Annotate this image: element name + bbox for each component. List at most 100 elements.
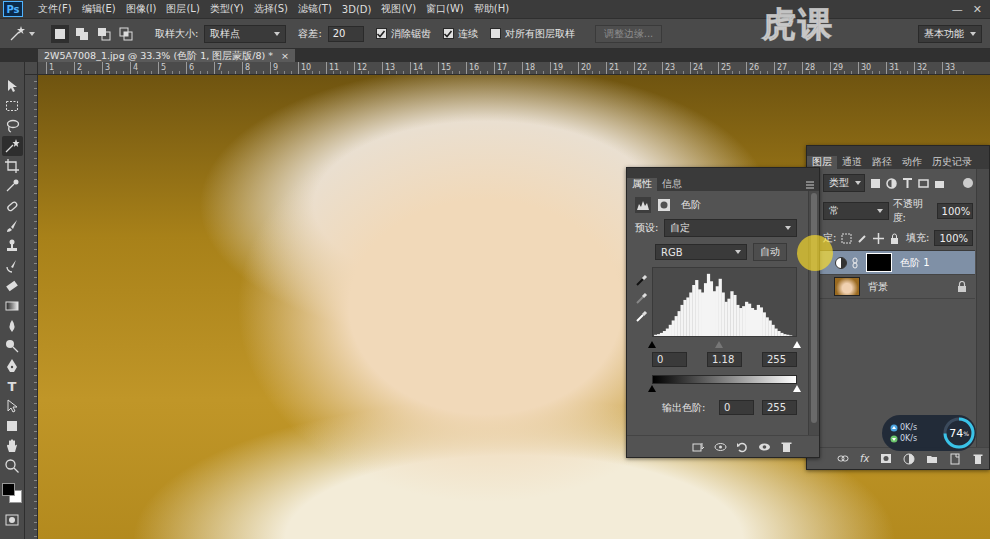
tool-button[interactable] (2, 96, 23, 116)
filter-toggle[interactable] (963, 178, 973, 188)
tool-button[interactable] (2, 456, 23, 476)
tool-button[interactable] (2, 216, 23, 236)
layer-mask-thumbnail[interactable] (866, 253, 892, 272)
blend-mode-dropdown[interactable]: 常 (823, 202, 889, 220)
window-control[interactable]: — (952, 3, 963, 16)
eyedropper-icon[interactable] (635, 309, 648, 322)
document-tab[interactable]: 2W5A7008_1.jpg @ 33.3% (色阶 1, 图层蒙版/8) *× (38, 49, 295, 62)
checkbox-row[interactable]: 对所有图层取样 (490, 27, 575, 41)
selection-mode-icon[interactable] (119, 27, 133, 41)
menu-item[interactable]: 3D(D) (337, 4, 377, 15)
layers-scrollbar[interactable] (976, 169, 989, 447)
eyedropper-icon[interactable] (635, 291, 648, 304)
tool-button[interactable] (2, 336, 23, 356)
mask-icon[interactable] (657, 198, 671, 212)
quick-mask-button[interactable] (2, 510, 23, 530)
tool-button[interactable] (2, 236, 23, 256)
menu-icon[interactable] (805, 180, 815, 190)
panel-tab[interactable]: 历史记录 (927, 156, 977, 169)
tolerance-input[interactable]: 20 (328, 26, 364, 42)
layer-thumbnail[interactable] (834, 277, 860, 296)
tool-button[interactable] (2, 396, 23, 416)
view-previous-icon[interactable] (714, 441, 727, 453)
zoom-tool-icon[interactable] (4, 458, 20, 474)
selection-mode[interactable] (73, 25, 91, 43)
blur-tool-icon[interactable] (4, 318, 20, 334)
tool-button[interactable] (2, 436, 23, 456)
menu-item[interactable]: 文件(F) (33, 2, 77, 16)
filter-dropdown[interactable]: 类型 (823, 174, 865, 192)
selection-mode[interactable] (117, 25, 135, 43)
checkbox-row[interactable]: 连续 (443, 27, 478, 41)
history-tool-icon[interactable] (4, 258, 20, 274)
filter-icon[interactable] (918, 178, 929, 189)
move-tool-icon[interactable] (4, 78, 20, 94)
preset-dropdown[interactable]: 自定 (664, 219, 797, 237)
menu-item[interactable]: 帮助(H) (469, 2, 514, 16)
menu-item[interactable]: 编辑(E) (77, 2, 121, 16)
quick-mask-icon[interactable] (4, 512, 20, 528)
filter-icon[interactable] (886, 178, 897, 189)
adjustment-icon[interactable] (903, 453, 915, 465)
lock-icon[interactable] (857, 233, 868, 244)
filter-icon[interactable] (934, 178, 945, 189)
brush-tool-icon[interactable] (4, 218, 20, 234)
lock-icon[interactable] (841, 233, 852, 244)
input-slider-handle[interactable] (793, 341, 801, 348)
input-slider-handle[interactable] (648, 341, 656, 348)
menu-item[interactable]: 窗口(W) (421, 2, 469, 16)
eraser-tool-icon[interactable] (4, 278, 20, 294)
fill-input[interactable]: 100% (934, 230, 973, 246)
tool-button[interactable] (2, 76, 23, 96)
refine-edge-button[interactable]: 调整边缘... (595, 25, 663, 43)
tool-button[interactable] (2, 416, 23, 436)
selection-mode-icon[interactable] (75, 27, 89, 41)
visibility-icon[interactable] (758, 441, 771, 453)
tool-button[interactable] (2, 156, 23, 176)
levels-tab[interactable] (635, 197, 651, 213)
menu-item[interactable]: 图层(L) (161, 2, 204, 16)
checkbox[interactable] (376, 28, 387, 39)
tool-button[interactable] (2, 116, 23, 136)
panel-menu[interactable] (805, 178, 819, 191)
tool-button[interactable] (2, 136, 23, 156)
menu-item[interactable]: 滤镜(T) (293, 2, 337, 16)
menu-item[interactable]: 图像(I) (121, 2, 162, 16)
menu-item[interactable]: 视图(V) (376, 2, 421, 16)
trash-icon[interactable] (780, 441, 793, 453)
channel-dropdown[interactable]: RGB (655, 244, 747, 260)
gradient-tool-icon[interactable] (4, 298, 20, 314)
window-control[interactable]: ✕ (973, 3, 982, 16)
opacity-input[interactable]: 100% (937, 203, 973, 219)
panel-tab[interactable]: 通道 (837, 156, 867, 169)
workspace-dropdown[interactable]: 基本功能 (918, 25, 982, 43)
tool-button[interactable] (2, 316, 23, 336)
input-level-field[interactable]: 0 (652, 352, 687, 367)
output-level-field[interactable]: 0 (719, 400, 754, 415)
stamp-tool-icon[interactable] (4, 238, 20, 254)
tool-button[interactable] (2, 356, 23, 376)
output-slider-handle[interactable] (793, 385, 801, 392)
fx-button[interactable]: fx (860, 453, 869, 464)
dodge-tool-icon[interactable] (4, 338, 20, 354)
properties-scrollbar[interactable] (808, 191, 819, 435)
panel-tab[interactable]: 动作 (897, 156, 927, 169)
layer-row[interactable]: 背景 (807, 275, 975, 299)
checkbox[interactable] (490, 28, 501, 39)
lock-icon[interactable] (889, 233, 900, 244)
tool-button[interactable] (2, 256, 23, 276)
lock-icon[interactable] (873, 233, 884, 244)
checkbox-row[interactable]: 消除锯齿 (376, 27, 431, 41)
clip-icon[interactable] (692, 441, 705, 453)
output-slider-handle[interactable] (648, 385, 656, 392)
panel-tab[interactable]: 信息 (657, 178, 687, 191)
folder-icon[interactable] (926, 453, 938, 465)
selection-mode-icon[interactable] (97, 27, 111, 41)
add-mask-icon[interactable] (880, 453, 892, 465)
menu-item[interactable]: 选择(S) (249, 2, 293, 16)
filter-icon[interactable] (902, 178, 913, 189)
sample-size-dropdown[interactable]: 取样点 (204, 25, 286, 43)
auto-button[interactable]: 自动 (753, 243, 787, 261)
heal-tool-icon[interactable] (4, 198, 20, 214)
menu-item[interactable]: 类型(Y) (205, 2, 249, 16)
